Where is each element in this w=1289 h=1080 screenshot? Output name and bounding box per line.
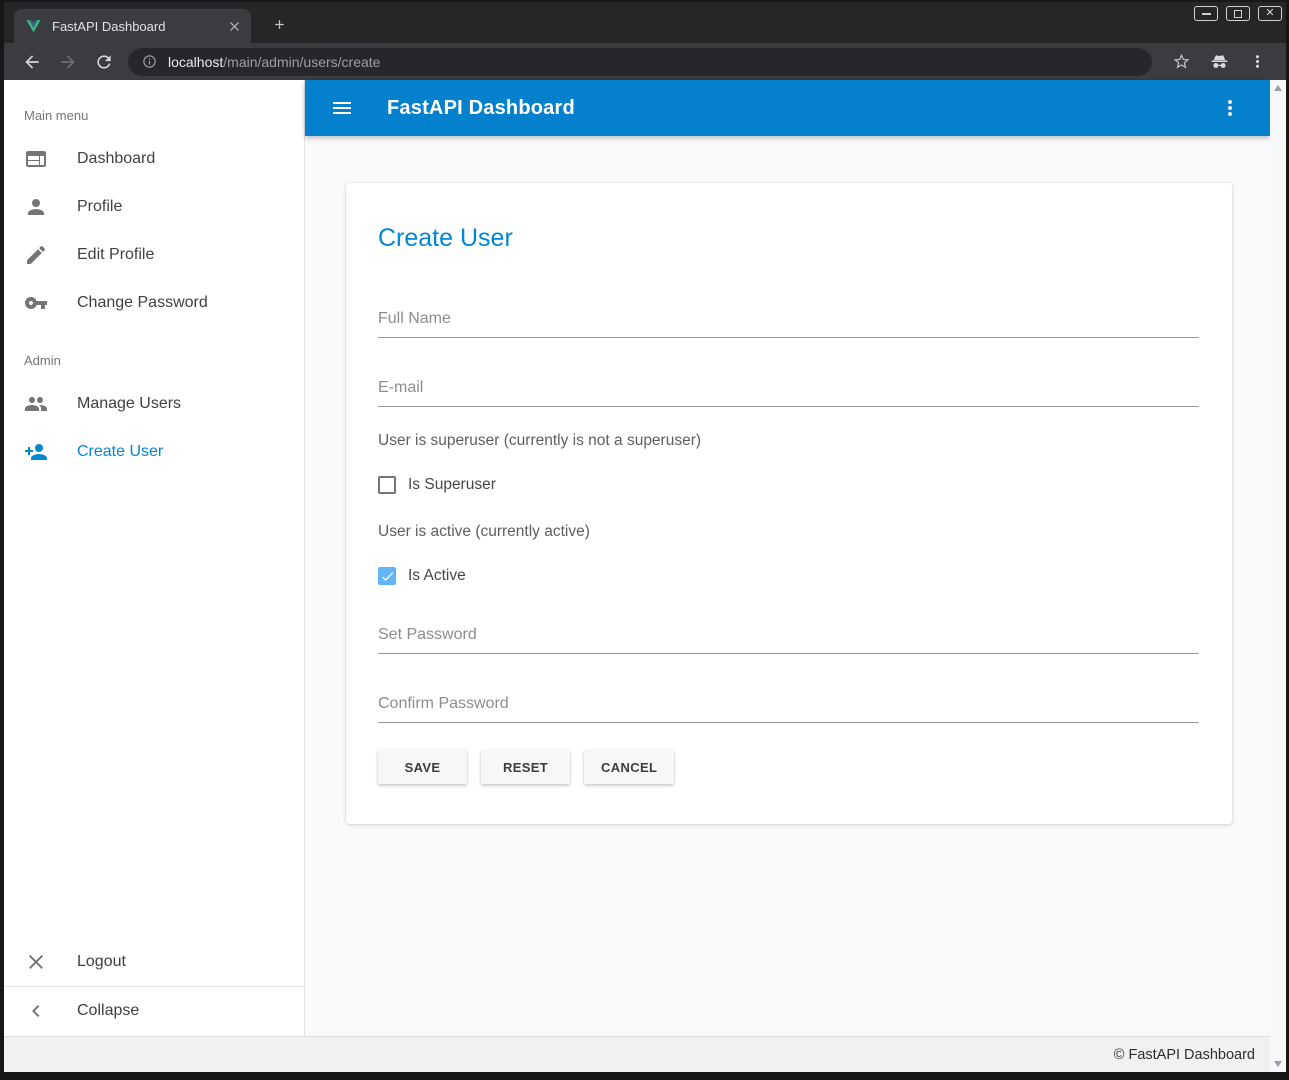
- page-info-icon[interactable]: [142, 54, 157, 69]
- main-area: FastAPI Dashboard Create User User is su…: [305, 80, 1270, 1036]
- bookmark-star-icon[interactable]: [1168, 49, 1194, 75]
- full-name-input[interactable]: [378, 310, 1199, 338]
- window-controls: ✕: [1194, 6, 1282, 21]
- person-icon: [24, 195, 48, 219]
- checkbox-unchecked-icon: [378, 476, 396, 494]
- page-footer: © FastAPI Dashboard: [4, 1036, 1286, 1072]
- person-add-icon: [24, 440, 48, 464]
- back-arrow-icon[interactable]: [19, 49, 45, 75]
- superuser-hint: User is superuser (currently is not a su…: [378, 432, 1199, 450]
- sidebar-item-manage-users[interactable]: Manage Users: [4, 380, 304, 428]
- create-user-card: Create User User is superuser (currently…: [346, 183, 1232, 824]
- people-icon: [24, 392, 48, 416]
- browser-toolbar: localhost/main/admin/users/create: [4, 43, 1286, 80]
- sidebar-item-change-password[interactable]: Change Password: [4, 279, 304, 327]
- browser-tab[interactable]: FastAPI Dashboard: [14, 9, 251, 43]
- browser-menu-kebab-icon[interactable]: [1244, 49, 1270, 75]
- form-buttons: SAVE RESET CANCEL: [378, 750, 1199, 784]
- is-active-checkbox[interactable]: Is Active: [378, 567, 1199, 585]
- sidebar-item-logout[interactable]: Logout: [4, 938, 304, 986]
- web-icon: [24, 147, 48, 171]
- save-button[interactable]: SAVE: [378, 750, 467, 784]
- checkbox-checked-icon: [378, 567, 396, 585]
- reset-button[interactable]: RESET: [481, 750, 570, 784]
- incognito-icon: [1206, 49, 1232, 75]
- sidebar: Main menu Dashboard Profile Edit Profile: [4, 80, 305, 1036]
- forward-arrow-icon[interactable]: [55, 49, 81, 75]
- tab-title: FastAPI Dashboard: [52, 19, 225, 34]
- sidebar-item-collapse[interactable]: Collapse: [4, 987, 304, 1035]
- sidebar-section-main-menu: Main menu: [4, 80, 304, 135]
- page-viewport: Main menu Dashboard Profile Edit Profile: [4, 80, 1286, 1072]
- key-icon: [24, 291, 48, 315]
- new-tab-button[interactable]: [266, 11, 292, 37]
- email-input[interactable]: [378, 379, 1199, 407]
- page-title: Create User: [378, 183, 1199, 253]
- sidebar-item-profile[interactable]: Profile: [4, 183, 304, 231]
- is-superuser-checkbox[interactable]: Is Superuser: [378, 476, 1199, 494]
- close-button[interactable]: ✕: [1258, 6, 1282, 21]
- footer-copyright: © FastAPI Dashboard: [1114, 1047, 1255, 1063]
- browser-window: FastAPI Dashboard ✕: [0, 0, 1289, 1080]
- window-inner: FastAPI Dashboard ✕: [4, 2, 1286, 1072]
- scrollbar-up-icon[interactable]: [1274, 85, 1282, 91]
- scrollbar-down-icon[interactable]: [1274, 1061, 1282, 1067]
- active-hint: User is active (currently active): [378, 523, 1199, 541]
- main-content: Create User User is superuser (currently…: [305, 136, 1270, 1036]
- minimize-button[interactable]: [1194, 6, 1218, 21]
- appbar: FastAPI Dashboard: [305, 80, 1270, 136]
- confirm-password-input[interactable]: [378, 695, 1199, 723]
- sidebar-section-admin: Admin: [4, 327, 304, 380]
- pencil-icon: [24, 243, 48, 267]
- close-icon: [24, 950, 48, 974]
- maximize-button[interactable]: [1226, 6, 1250, 21]
- url-path: /main/admin/users/create: [223, 54, 380, 70]
- address-bar[interactable]: localhost/main/admin/users/create: [128, 48, 1152, 76]
- sidebar-item-edit-profile[interactable]: Edit Profile: [4, 231, 304, 279]
- tab-strip: FastAPI Dashboard ✕: [4, 2, 1286, 43]
- sidebar-item-create-user[interactable]: Create User: [4, 428, 304, 476]
- appbar-kebab-menu-icon[interactable]: [1218, 96, 1242, 120]
- url-host: localhost: [168, 54, 223, 70]
- chevron-left-icon: [24, 999, 48, 1023]
- appbar-title: FastAPI Dashboard: [387, 97, 575, 120]
- vue-logo-icon: [25, 18, 42, 35]
- reload-icon[interactable]: [91, 49, 117, 75]
- page-scrollbar[interactable]: [1270, 80, 1286, 1072]
- cancel-button[interactable]: CANCEL: [584, 750, 674, 784]
- sidebar-item-dashboard[interactable]: Dashboard: [4, 135, 304, 183]
- tab-close-icon[interactable]: [225, 17, 243, 35]
- hamburger-menu-icon[interactable]: [330, 96, 354, 120]
- set-password-input[interactable]: [378, 626, 1199, 654]
